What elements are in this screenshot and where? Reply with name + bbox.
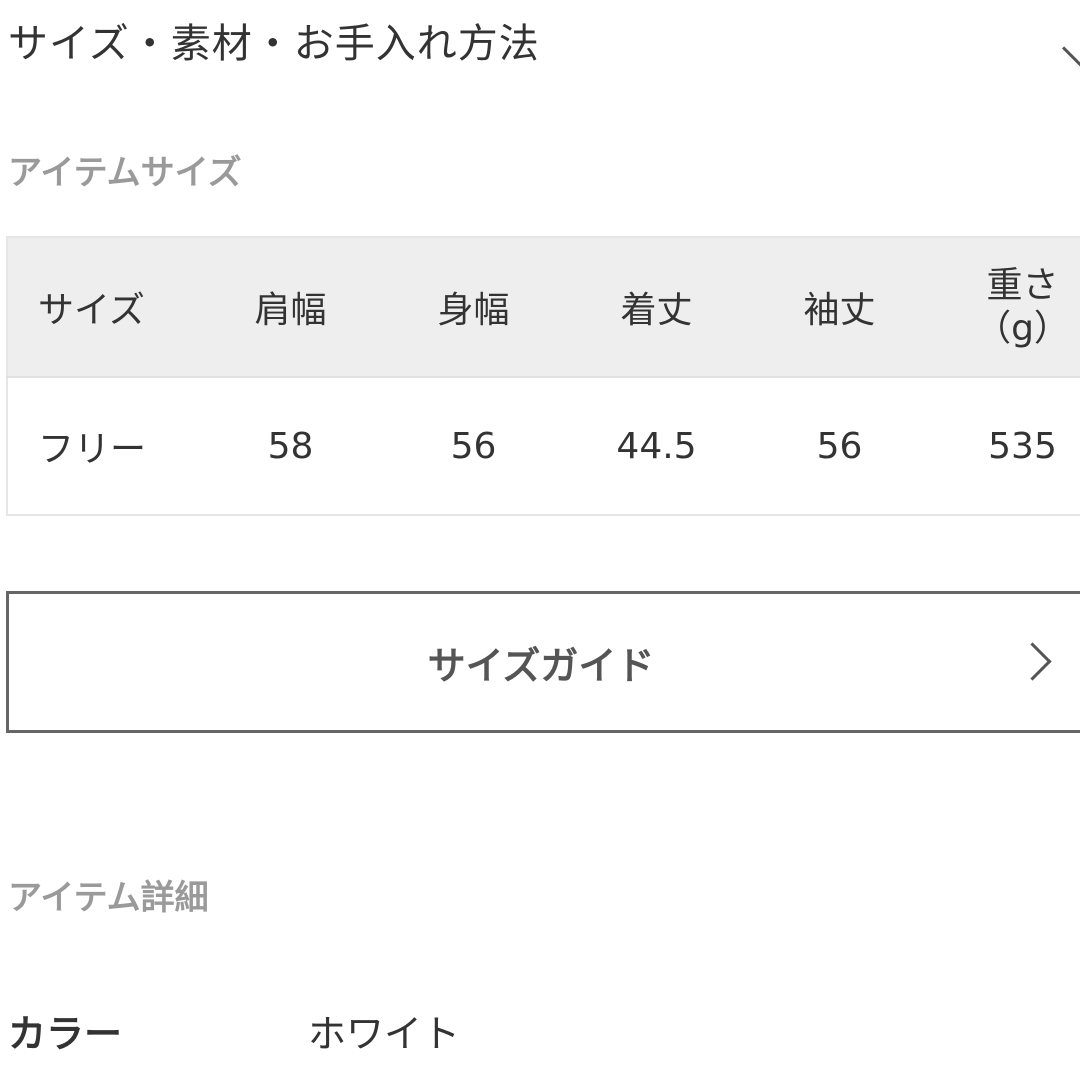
column-header-size: サイズ xyxy=(38,290,145,331)
size-guide-button[interactable]: サイズガイド xyxy=(6,591,1080,733)
chevron-down-icon[interactable] xyxy=(1061,27,1080,70)
detail-row-color: カラー ホワイト xyxy=(8,1000,460,1060)
detail-key: カラー xyxy=(8,1011,123,1056)
size-material-care-accordion[interactable]: サイズ・素材・お手入れ方法 xyxy=(8,10,1080,70)
column-header-sleeve-length: 袖丈 xyxy=(803,290,876,331)
cell-weight: 535 xyxy=(988,425,1057,467)
column-header-weight: 重さ （g） xyxy=(931,237,1080,377)
cell-body-width: 56 xyxy=(450,425,497,467)
weight-label: 重さ xyxy=(986,264,1059,306)
cell-shoulder-width: 58 xyxy=(267,425,314,467)
size-guide-label: サイズガイド xyxy=(427,643,655,688)
item-size-heading: アイテムサイズ xyxy=(8,153,242,193)
column-header-body-width: 身幅 xyxy=(437,290,510,331)
cell-length: 44.5 xyxy=(616,425,697,467)
column-header-shoulder-width: 肩幅 xyxy=(254,290,327,331)
table-row: フリー 58 56 44.5 56 535 xyxy=(7,377,1080,515)
chevron-right-icon xyxy=(1013,642,1052,681)
weight-unit: （g） xyxy=(975,308,1070,349)
cell-size: フリー xyxy=(38,429,147,470)
cell-sleeve-length: 56 xyxy=(816,425,863,467)
page: サイズ・素材・お手入れ方法 アイテムサイズ サイズ 肩幅 身幅 着丈 袖丈 重さ… xyxy=(0,0,1080,1080)
table-header-row: サイズ 肩幅 身幅 着丈 袖丈 重さ （g） xyxy=(7,237,1080,377)
item-detail-heading: アイテム詳細 xyxy=(8,878,209,918)
column-header-length: 着丈 xyxy=(620,290,693,331)
accordion-title: サイズ・素材・お手入れ方法 xyxy=(8,21,540,67)
detail-value: ホワイト xyxy=(308,1011,461,1056)
size-table: サイズ 肩幅 身幅 着丈 袖丈 重さ （g） フリー 58 56 44.5 56… xyxy=(6,236,1080,516)
